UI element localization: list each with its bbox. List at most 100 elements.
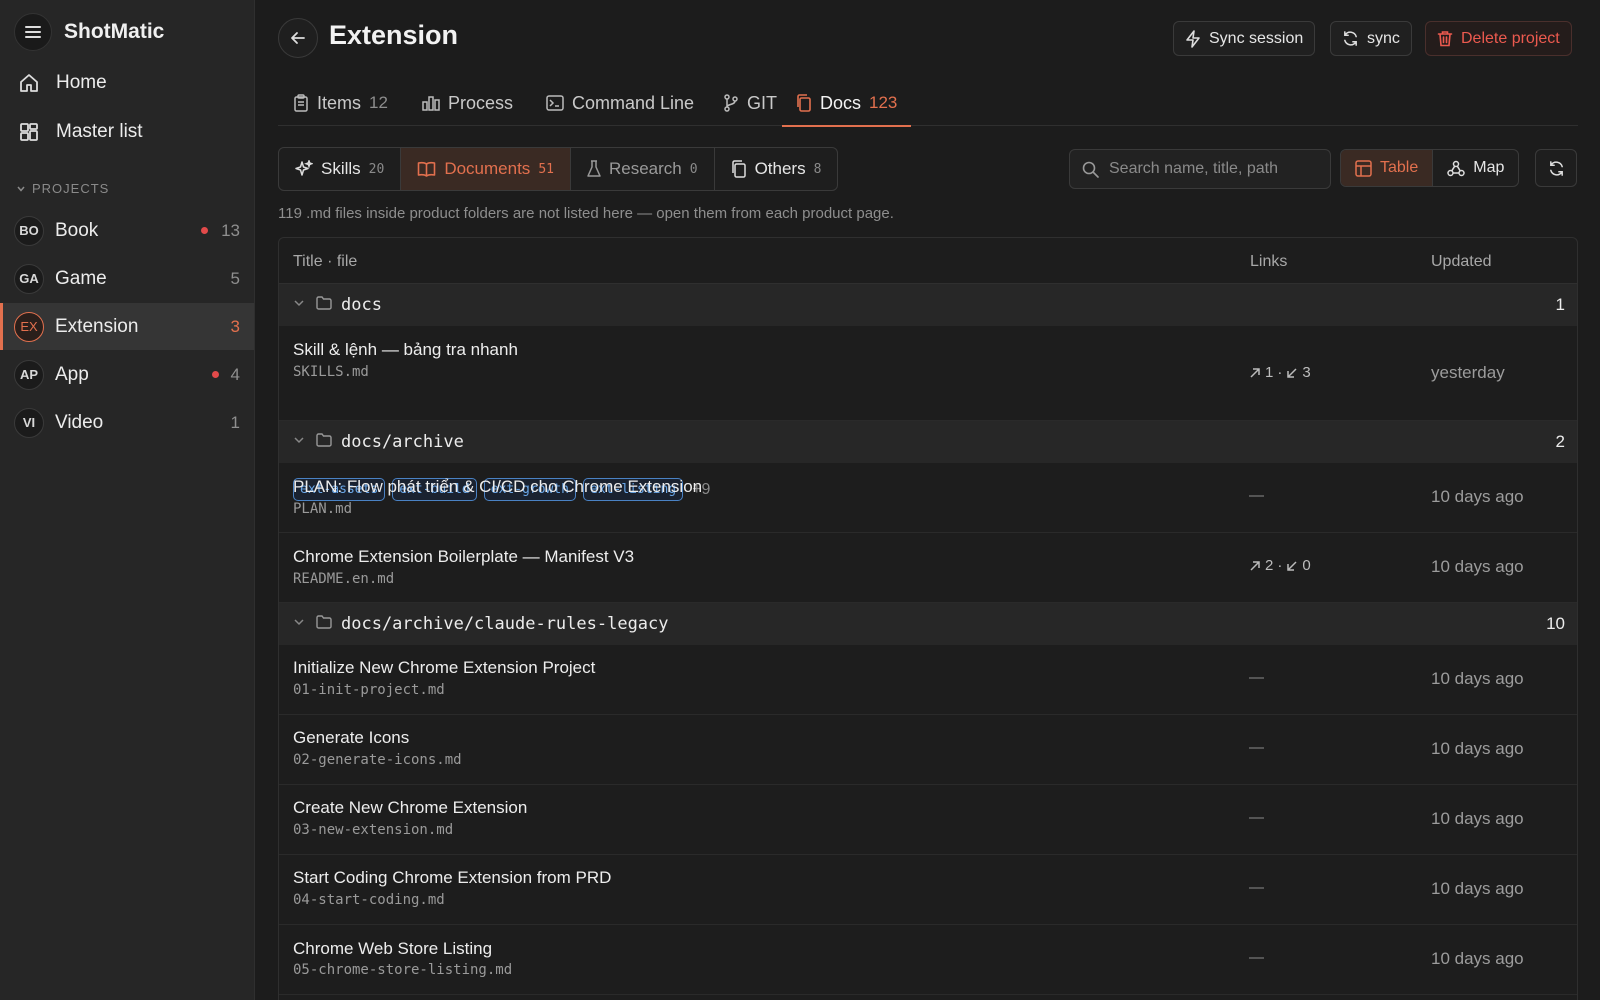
filter-documents[interactable]: Documents 51	[401, 148, 571, 190]
folder-group-row[interactable]: docs/archive 2	[279, 421, 1577, 463]
project-name: App	[55, 363, 89, 385]
doc-links: —	[1249, 949, 1264, 966]
project-item-book[interactable]: BO Book 13	[0, 207, 254, 254]
sparkles-icon	[295, 160, 313, 176]
filter-skills[interactable]: Skills 20	[279, 148, 402, 190]
sync-button[interactable]: sync	[1330, 21, 1412, 56]
tab-items[interactable]: Items 12	[293, 80, 388, 126]
project-avatar: VI	[14, 407, 44, 438]
project-item-video[interactable]: VI Video 1	[0, 399, 254, 446]
view-toggle: Table Map	[1340, 149, 1520, 187]
table-row[interactable]: Chrome Extension Boilerplate — Manifest …	[279, 533, 1577, 603]
filter-research[interactable]: Research 0	[571, 148, 715, 190]
sync-label: sync	[1367, 29, 1400, 47]
links-separator: ·	[1277, 364, 1283, 381]
project-count: 4	[230, 364, 240, 384]
search-box	[1069, 149, 1331, 189]
table-icon	[1355, 159, 1372, 177]
filter-others[interactable]: Others 8	[715, 148, 838, 190]
filter-others-label: Others	[754, 159, 806, 178]
tab-docs-label: Docs	[820, 92, 862, 113]
doc-title: Chrome Extension Boilerplate — Manifest …	[293, 547, 635, 566]
unread-dot	[212, 371, 219, 378]
doc-filename: 05-chrome-store-listing.md	[293, 962, 513, 978]
doc-title: Skill & lệnh — bảng tra nhanh	[293, 340, 518, 359]
tab-items-label: Items	[317, 92, 362, 113]
filter-research-label: Research	[608, 159, 682, 178]
tab-process[interactable]: Process	[422, 80, 513, 126]
view-map-button[interactable]: Map	[1433, 150, 1518, 186]
unread-dot	[201, 227, 208, 234]
copy-icon	[797, 94, 811, 112]
project-item-game[interactable]: GA Game 5	[0, 255, 254, 302]
folder-name: docs	[341, 295, 382, 315]
doc-title: Create New Chrome Extension	[293, 798, 528, 817]
doc-filename: 03-new-extension.md	[293, 822, 454, 838]
tab-process-label: Process	[448, 92, 514, 113]
tab-items-count: 12	[369, 93, 388, 112]
filter-skills-label: Skills	[321, 159, 361, 178]
tab-command-line-label: Command Line	[572, 92, 695, 113]
docs-table: Title · file Links Updated docs 1 Skill …	[278, 237, 1578, 1000]
project-item-extension[interactable]: EX Extension 3	[0, 303, 254, 350]
project-avatar: EX	[14, 311, 44, 342]
table-row[interactable]: Create New Chrome Extension 03-new-exten…	[279, 785, 1577, 855]
projects-section-header[interactable]: PROJECTS	[16, 181, 109, 196]
doc-title: Start Coding Chrome Extension from PRD	[293, 868, 612, 887]
table-row[interactable]: Generate Icons 02-generate-icons.md — 10…	[279, 715, 1577, 785]
project-count: 5	[230, 268, 240, 288]
sidebar: ShotMatic Home Master list PROJECTS BO B…	[0, 0, 255, 1000]
table-row[interactable]: PLAN: Flow phát triển & CI/CD cho Chrome…	[279, 463, 1577, 533]
tab-docs[interactable]: Docs 123	[782, 80, 912, 127]
nav-home[interactable]: Home	[18, 68, 107, 98]
folder-group-row[interactable]: docs 1	[279, 284, 1577, 326]
search-input[interactable]	[1109, 160, 1319, 178]
book-open-icon	[418, 161, 436, 177]
outgoing-links-count: 1	[1265, 364, 1274, 381]
folder-icon	[316, 296, 332, 310]
folder-count: 10	[1546, 614, 1565, 633]
terminal-icon	[546, 95, 564, 111]
column-links[interactable]: Links	[1250, 253, 1287, 271]
project-count: 3	[230, 316, 240, 336]
back-button[interactable]	[278, 18, 318, 58]
doc-links: —	[1249, 739, 1264, 756]
doc-filename: 02-generate-icons.md	[293, 752, 462, 768]
brand-name: ShotMatic	[64, 20, 165, 43]
chevron-down-icon	[294, 619, 304, 626]
tab-command-line[interactable]: Command Line	[546, 80, 694, 126]
doc-updated: 10 days ago	[1431, 739, 1524, 758]
project-name: Extension	[55, 315, 139, 337]
menu-button[interactable]	[14, 13, 52, 51]
trash-icon	[1437, 31, 1453, 47]
brand: ShotMatic	[14, 13, 164, 51]
table-row[interactable]: Start Coding Chrome Extension from PRD 0…	[279, 855, 1577, 925]
view-table-button[interactable]: Table	[1341, 150, 1434, 186]
delete-project-label: Delete project	[1461, 29, 1560, 47]
project-avatar: AP	[14, 359, 44, 390]
doc-type-filter: Skills 20 Documents 51 Research 0 Others…	[278, 147, 839, 191]
flask-icon	[587, 160, 601, 177]
delete-project-button[interactable]: Delete project	[1425, 21, 1572, 56]
view-table-label: Table	[1380, 159, 1419, 176]
doc-links: —	[1249, 487, 1264, 504]
folder-group-row[interactable]: docs/archive/claude-rules-legacy 10	[279, 603, 1577, 645]
table-row[interactable]: Skill & lệnh — bảng tra nhanh SKILLS.md …	[279, 326, 1577, 501]
arrow-up-right-icon	[1250, 367, 1260, 378]
table-row[interactable]: Chrome Web Store Listing 05-chrome-store…	[279, 925, 1577, 995]
column-title[interactable]: Title · file	[293, 253, 357, 271]
doc-updated: 10 days ago	[1431, 879, 1524, 898]
chevron-down-icon	[294, 300, 304, 307]
project-item-app[interactable]: AP App 4	[0, 351, 254, 398]
doc-title: Initialize New Chrome Extension Project	[293, 658, 596, 677]
sync-session-label: Sync session	[1209, 29, 1304, 47]
table-row[interactable]: Initialize New Chrome Extension Project …	[279, 645, 1577, 715]
sync-session-button[interactable]: Sync session	[1173, 21, 1316, 56]
column-updated[interactable]: Updated	[1431, 253, 1492, 271]
chevron-down-icon	[294, 437, 304, 444]
nav-master-list[interactable]: Master list	[18, 117, 143, 147]
refresh-icon	[1549, 160, 1563, 176]
tab-bar: Items 12 Process Command Line GIT Docs 1…	[278, 80, 1578, 127]
refresh-button[interactable]	[1535, 149, 1577, 187]
tab-git[interactable]: GIT	[723, 80, 777, 126]
